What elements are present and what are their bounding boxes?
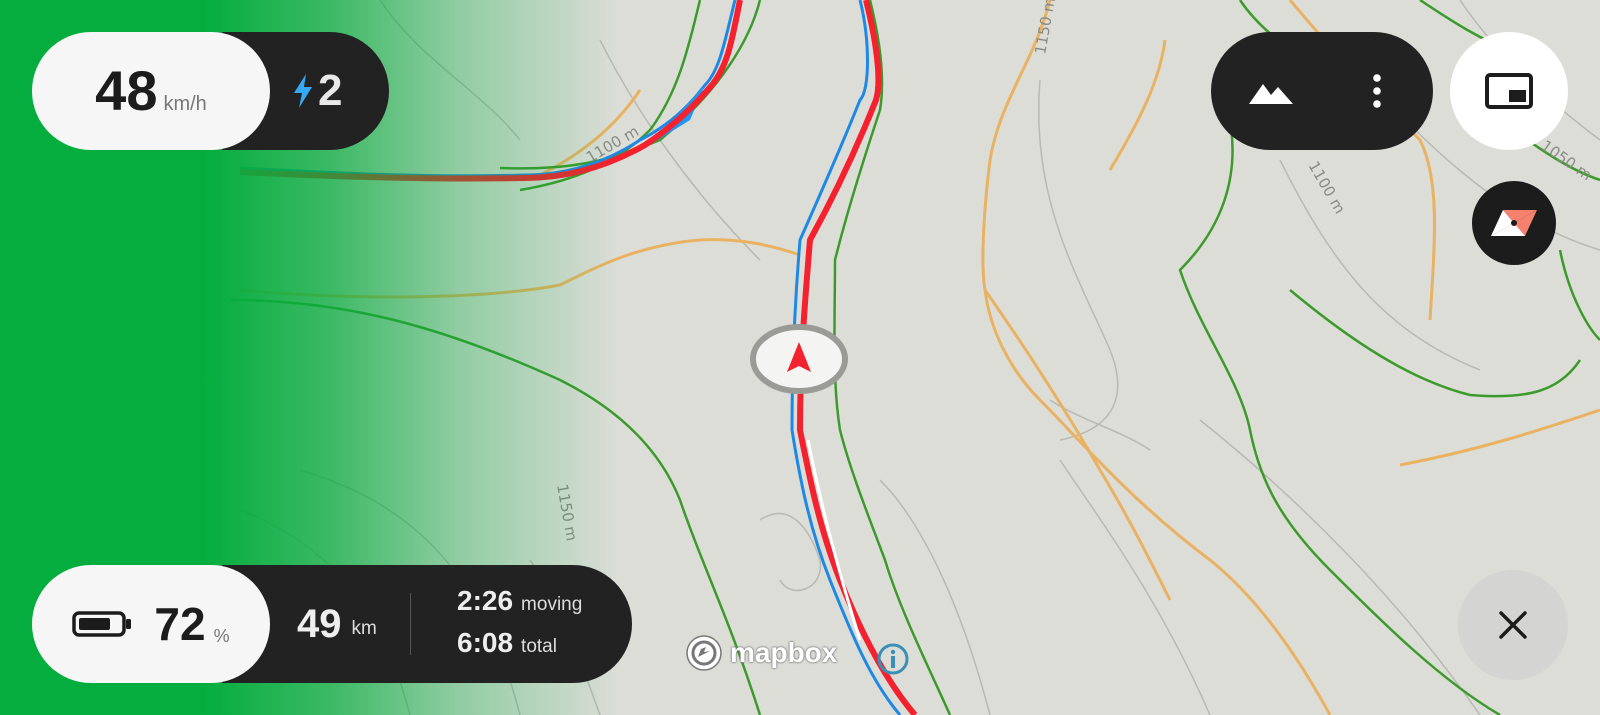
mapbox-logo[interactable]: mapbox: [684, 633, 837, 673]
moving-time-value: 2:26: [457, 585, 514, 616]
distance-readout: 49 km: [297, 565, 377, 683]
time-readout: 2:26 moving 6:08 total: [457, 585, 582, 669]
battery-value: 72: [154, 598, 206, 650]
battery-panel: 72 %: [32, 565, 270, 683]
compass-button[interactable]: [1472, 181, 1556, 265]
mapbox-mark-icon: [686, 635, 722, 671]
speed-unit: km/h: [163, 93, 207, 115]
terrain-button[interactable]: [1241, 62, 1301, 120]
mapbox-attribution-text: mapbox: [730, 637, 838, 668]
more-vert-icon: [1373, 74, 1381, 108]
info-icon[interactable]: [876, 642, 910, 676]
total-time-label: total: [521, 636, 557, 657]
trip-stats-widget[interactable]: 72 % 49 km 2:26 moving 6:08 total: [32, 565, 632, 683]
speed-widget[interactable]: 48 km/h 2: [32, 32, 389, 150]
stats-divider: [410, 593, 411, 655]
assist-level-value: 2: [318, 66, 343, 115]
distance-unit: km: [351, 618, 377, 639]
total-time-value: 6:08: [457, 627, 514, 658]
moving-time-row: 2:26 moving: [457, 585, 582, 627]
map-toolbar: [1211, 32, 1433, 150]
speed-panel: 48 km/h: [32, 32, 270, 150]
total-time-row: 6:08 total: [457, 627, 582, 669]
mountain-icon: [1249, 84, 1293, 104]
assist-level: 2: [292, 32, 342, 150]
lightning-bolt-icon: [294, 74, 312, 108]
close-icon: [1499, 611, 1527, 639]
close-button[interactable]: [1458, 570, 1568, 680]
distance-value: 49: [297, 601, 342, 646]
moving-time-label: moving: [521, 594, 583, 615]
battery-icon: [72, 611, 132, 637]
user-location-marker: [750, 324, 848, 394]
picture-in-picture-icon: [1485, 73, 1533, 109]
more-options-button[interactable]: [1347, 62, 1407, 120]
compass-icon: [1491, 210, 1537, 236]
speed-value: 48: [95, 59, 158, 122]
battery-unit: %: [213, 626, 230, 646]
picture-in-picture-button[interactable]: [1450, 32, 1568, 150]
